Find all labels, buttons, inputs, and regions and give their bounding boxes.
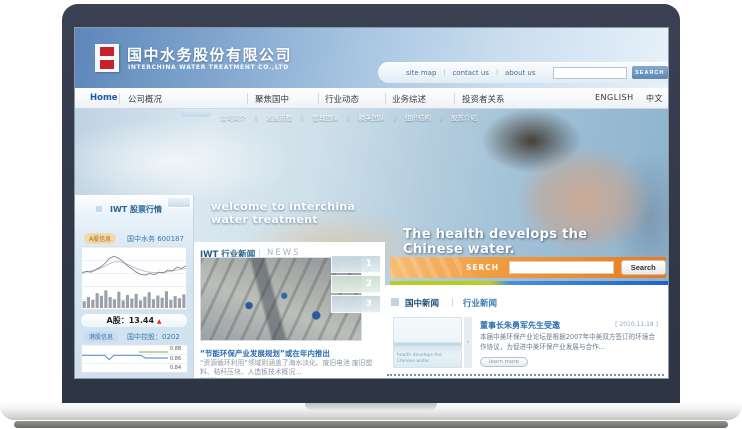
- industry-news-panel: IWT 行业新闻 | NEWS 1 2 3 “节能环保产业发展规划”或在年内推出…: [194, 242, 385, 378]
- panel-square-icon: [391, 298, 399, 306]
- nav-active-tab-bump: [180, 109, 212, 117]
- h-share-axis-labels: 0.88 0.86 0.84: [168, 345, 187, 372]
- subnav-item-elite-team[interactable]: 精英团队: [359, 112, 385, 122]
- hero-caption: The health develops the Chinese water.: [403, 228, 587, 257]
- stock-quote-panel: IWT 股票行情 A股信息 国中水务 600187 A股：13.44 ▲ 港股信…: [75, 195, 194, 378]
- link-contact-us[interactable]: contact us: [452, 69, 489, 77]
- lang-chinese[interactable]: 中文: [646, 93, 663, 104]
- laptop-screen-bezel: 国中水务股份有限公司 INTERCHINA WATER TREATMENT CO…: [62, 4, 680, 404]
- laptop-shadow: [14, 421, 728, 428]
- subnav-item-organization[interactable]: 组织结构: [405, 112, 431, 122]
- main-nav: Home 公司概况 聚焦国中 行业动态 业务综述 投资者关系 ENGLISH 中…: [75, 88, 668, 109]
- h-share-name: 国中控股：0202: [127, 332, 180, 342]
- stock-panel-title: IWT 股票行情: [110, 204, 162, 215]
- subnav-divider: |: [255, 113, 257, 121]
- nav-divider: [318, 93, 319, 104]
- browser-viewport: 国中水务股份有限公司 INTERCHINA WATER TREATMENT CO…: [75, 28, 668, 378]
- right-article-title[interactable]: 董事长朱勇军先生受邀: [480, 320, 560, 331]
- mid-article-title[interactable]: “节能环保产业发展规划”或在年内推出: [200, 348, 330, 359]
- nav-item-business-summary[interactable]: 业务综述: [392, 93, 426, 105]
- price-up-arrow-icon: ▲: [157, 318, 162, 325]
- right-article-date: [ 2010.11.18 ]: [615, 321, 658, 328]
- nav-item-focus-interchina[interactable]: 聚焦国中: [255, 93, 289, 105]
- hero-search-input[interactable]: [509, 261, 613, 274]
- learn-more-button[interactable]: learn more: [480, 357, 528, 367]
- site-header: 国中水务股份有限公司 INTERCHINA WATER TREATMENT CO…: [75, 28, 668, 88]
- company-news-panel: 国中新闻 | 行业新闻 health develops the Chinese …: [385, 285, 668, 378]
- slider-pagination: 1 2 3: [331, 255, 381, 315]
- subnav: 公司简介 | 发展历程 | 管理团队 | 精英团队 | 组织结构 | 股东介绍: [220, 112, 477, 122]
- utility-separator: |: [443, 69, 445, 76]
- nav-divider: [247, 93, 248, 104]
- nav-divider: [119, 93, 120, 104]
- laptop-base: [0, 403, 742, 420]
- welcome-heading: welcome to interchina water treatment: [211, 200, 355, 226]
- utility-bar: site map | contact us | about us SEARCH: [378, 62, 668, 83]
- a-share-badge: A股信息: [84, 233, 116, 244]
- subnav-divider: |: [301, 113, 303, 121]
- hero-search-bar: SERCH Search: [390, 257, 666, 278]
- tab-industry-news[interactable]: 行业新闻: [463, 297, 497, 309]
- h-share-chart: 0.88 0.86 0.84: [81, 344, 188, 373]
- right-article-body: 本届中美环保产业论坛是根据2007年中美双方签订的环境合作协议，为促进中美环保产…: [480, 333, 660, 352]
- nav-item-investor-relations[interactable]: 投资者关系: [462, 93, 505, 105]
- company-name-zh: 国中水务股份有限公司: [127, 44, 292, 65]
- subnav-item-shareholders[interactable]: 股东介绍: [451, 112, 477, 122]
- subnav-divider: |: [394, 113, 396, 121]
- tab-company-news[interactable]: 国中新闻: [405, 297, 439, 309]
- page-button-2[interactable]: 2: [331, 275, 381, 293]
- nav-item-home[interactable]: Home: [90, 93, 118, 103]
- dotted-divider: [387, 374, 664, 376]
- subnav-divider: |: [440, 113, 442, 121]
- news-thumbnail[interactable]: health develops the Chinese water.: [393, 317, 462, 368]
- subnav-divider: |: [347, 113, 349, 121]
- more-link[interactable]: more: [200, 375, 217, 378]
- subnav-item-history[interactable]: 发展历程: [266, 112, 292, 122]
- link-about-us[interactable]: about us: [505, 69, 536, 77]
- nav-divider: [454, 93, 455, 104]
- thumbnail-caption: health develops the Chinese water.: [397, 353, 453, 365]
- link-site-map[interactable]: site map: [406, 69, 436, 77]
- hero-search-label: SERCH: [466, 263, 499, 272]
- page-button-3[interactable]: 3: [331, 295, 381, 313]
- logo-red-mark: [100, 47, 114, 69]
- laptop-base-notch: [305, 403, 437, 411]
- a-share-chart: [81, 246, 187, 310]
- page-button-1[interactable]: 1: [331, 255, 381, 273]
- nav-item-company-overview[interactable]: 公司概况: [128, 93, 162, 105]
- header-search-button[interactable]: SEARCH: [632, 66, 668, 79]
- lang-english[interactable]: ENGLISH: [595, 93, 634, 102]
- utility-separator: |: [496, 69, 498, 76]
- nav-item-industry-news[interactable]: 行业动态: [325, 93, 359, 105]
- company-name-en: INTERCHINA WATER TREATMENT CO.,LTD: [128, 64, 289, 71]
- subnav-item-management-team[interactable]: 管理团队: [312, 112, 338, 122]
- nav-divider: [385, 93, 386, 104]
- a-share-name: 国中水务 600187: [127, 234, 184, 244]
- panel-square-icon: [95, 205, 103, 213]
- a-share-price: A股：13.44 ▲: [81, 314, 187, 327]
- stock-panel-more-button[interactable]: [167, 197, 191, 208]
- tab-divider: |: [451, 297, 454, 306]
- header-search-input[interactable]: [553, 67, 627, 79]
- hero-search-button[interactable]: Search: [621, 260, 666, 275]
- subnav-item-company-profile[interactable]: 公司简介: [220, 112, 246, 122]
- h-share-badge: 港股信息: [84, 331, 118, 342]
- company-logo[interactable]: [95, 44, 119, 72]
- thumbnail-next-arrow[interactable]: ›: [464, 317, 472, 368]
- mid-article-body: “资源循环利用”领域则涵盖了海水淡化、废旧电池 废旧塑料、秸秆压块、人造板技术概…: [200, 359, 376, 377]
- title-divider: |: [258, 248, 261, 257]
